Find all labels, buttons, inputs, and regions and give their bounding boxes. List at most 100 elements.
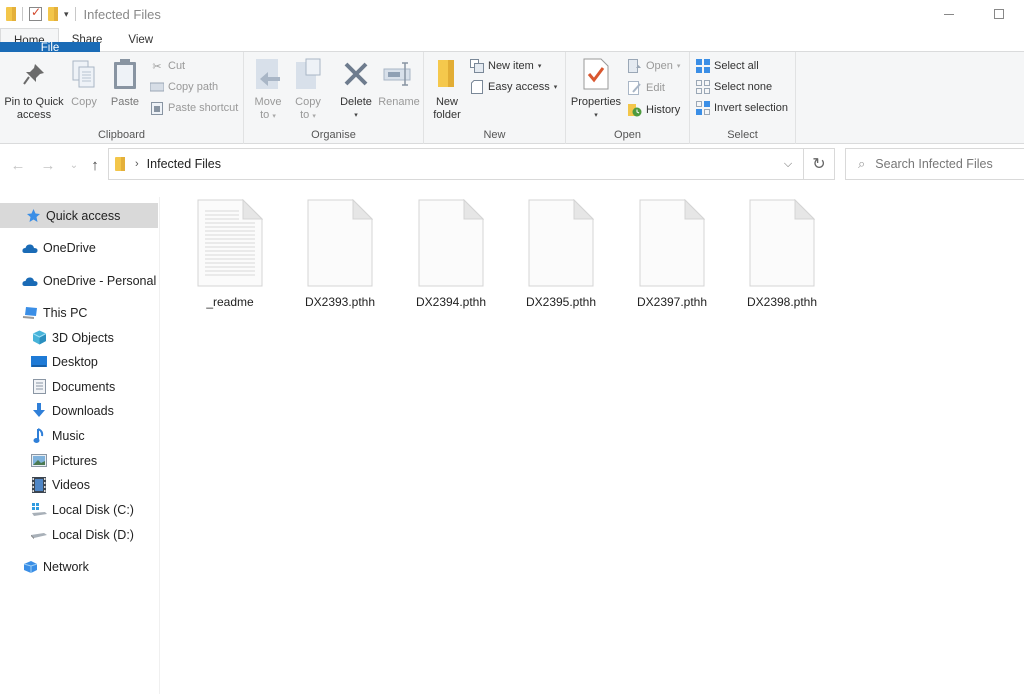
pin-label-2: access	[16, 109, 52, 121]
chevron-down-icon: ▾	[553, 84, 558, 91]
new-folder-button[interactable]: New folder	[430, 56, 464, 122]
open-group: Properties ▾ Open ▾ Edit History Open	[566, 52, 690, 144]
sidebar-item-3d-objects[interactable]: 3D Objects	[0, 325, 158, 350]
edit-label: Edit	[646, 82, 665, 94]
blank-file-icon	[639, 199, 705, 287]
breadcrumb-current[interactable]: Infected Files	[147, 157, 221, 171]
properties-icon[interactable]	[29, 5, 42, 21]
file-item[interactable]: DX2393.pthh	[290, 199, 390, 309]
sidebar-item-local-disk-d[interactable]: Local Disk (D:)	[0, 522, 158, 547]
maximize-button[interactable]	[974, 0, 1024, 28]
title-bar: ▾ Infected Files	[0, 0, 1024, 28]
paste-shortcut-button[interactable]: Paste shortcut	[150, 99, 238, 117]
window-controls	[924, 0, 1024, 28]
properties-icon	[579, 56, 613, 92]
music-icon	[31, 427, 47, 444]
sidebar-item-label: OneDrive	[43, 240, 96, 255]
text-file-icon	[197, 199, 263, 287]
blank-file-icon	[418, 199, 484, 287]
move-to-button[interactable]: Move to ▾	[250, 56, 286, 123]
copy-icon	[67, 56, 101, 92]
move-to-label: Move	[254, 96, 282, 108]
rename-button[interactable]: Rename	[378, 56, 420, 109]
up-button[interactable]: ↑	[85, 155, 105, 175]
clipboard-group-label: Clipboard	[97, 129, 146, 141]
copy-button[interactable]: Copy	[66, 56, 102, 109]
folder-icon	[115, 157, 125, 171]
file-item[interactable]: DX2395.pthh	[511, 199, 611, 309]
properties-button[interactable]: Properties ▾	[570, 56, 622, 122]
sidebar-item-downloads[interactable]: Downloads	[0, 398, 158, 423]
refresh-button[interactable]: ↻	[803, 148, 835, 180]
search-box[interactable]: ⌕	[845, 148, 1024, 180]
file-item[interactable]: DX2397.pthh	[622, 199, 722, 309]
address-dropdown-button[interactable]: ⌵	[773, 149, 803, 179]
sidebar-item-videos[interactable]: Videos	[0, 472, 158, 497]
new-item-icon	[470, 59, 484, 73]
copy-to-button[interactable]: Copy to ▾	[290, 56, 326, 123]
sidebar-item-label: Downloads	[52, 403, 114, 418]
pin-label: Pin to Quick	[4, 96, 64, 108]
sidebar-item-label: Music	[52, 428, 85, 443]
search-icon: ⌕	[858, 156, 866, 171]
file-item[interactable]: DX2398.pthh	[732, 199, 832, 309]
invert-selection-button[interactable]: Invert selection	[696, 99, 788, 117]
paste-button[interactable]: Paste	[106, 56, 144, 109]
new-folder-icon	[430, 56, 464, 92]
sidebar-item-music[interactable]: Music	[0, 423, 158, 448]
picture-icon	[31, 453, 47, 469]
open-button[interactable]: Open ▾	[628, 57, 680, 75]
sidebar-item-local-disk-c[interactable]: Local Disk (C:)	[0, 497, 158, 522]
minimize-button[interactable]	[924, 0, 974, 28]
new-item-button[interactable]: New item ▾	[470, 57, 541, 75]
sidebar-item-pictures[interactable]: Pictures	[0, 448, 158, 473]
sidebar-item-this-pc[interactable]: This PC	[0, 300, 158, 325]
divider	[74, 7, 76, 21]
rename-icon	[382, 56, 416, 92]
sidebar-item-desktop[interactable]: Desktop	[0, 349, 158, 374]
pin-to-quick-access-button[interactable]: Pin to Quick access	[4, 56, 64, 122]
divider	[22, 7, 23, 21]
chevron-right-icon[interactable]: ›	[135, 158, 139, 170]
new-folder-icon[interactable]	[48, 7, 58, 21]
paste-label: Paste	[110, 96, 140, 108]
delete-button[interactable]: Delete ▾	[336, 56, 376, 122]
arrow-up-icon: ↑	[91, 156, 99, 174]
history-icon	[628, 103, 642, 117]
select-all-button[interactable]: Select all	[696, 57, 759, 75]
file-item[interactable]: _readme	[180, 199, 280, 309]
clipboard-icon	[108, 56, 142, 92]
sidebar-item-quick-access[interactable]: Quick access	[0, 203, 158, 228]
address-bar[interactable]: › Infected Files ⌵	[108, 148, 804, 180]
customize-toolbar-icon[interactable]: ▾	[64, 9, 69, 20]
download-icon	[31, 403, 47, 419]
sidebar-item-documents[interactable]: Documents	[0, 374, 158, 399]
history-button[interactable]: History	[628, 101, 680, 119]
copy-path-button[interactable]: Copy path	[150, 78, 218, 96]
search-input[interactable]	[875, 157, 1016, 171]
copy-path-icon	[150, 80, 164, 94]
video-icon	[31, 476, 47, 493]
computer-icon	[22, 305, 38, 321]
chevron-down-icon: ⌵	[783, 157, 793, 170]
back-button[interactable]: ←	[8, 155, 28, 175]
delete-x-icon	[339, 56, 373, 92]
edit-button[interactable]: Edit	[628, 79, 665, 97]
copy-path-label: Copy path	[168, 81, 219, 93]
organise-group: Move to ▾ Copy to ▾ Delete ▾ Rename Orga…	[244, 52, 424, 144]
chevron-down-icon: ▾	[676, 63, 681, 70]
select-none-button[interactable]: Select none	[696, 78, 772, 96]
cut-button[interactable]: ✂ Cut	[150, 57, 185, 75]
forward-button[interactable]: →	[38, 155, 58, 175]
star-icon	[25, 208, 41, 224]
easy-access-button[interactable]: Easy access ▾	[470, 78, 557, 96]
ribbon: Pin to Quick access Copy Paste ✂ Cut Cop…	[0, 52, 1024, 144]
tab-view[interactable]: View	[115, 28, 166, 52]
recent-locations-button[interactable]: ⌄	[64, 155, 84, 175]
sidebar-item-onedrive-personal[interactable]: OneDrive - Personal	[0, 268, 158, 293]
organise-group-label: Organise	[311, 129, 356, 141]
sidebar-item-network[interactable]: Network	[0, 554, 158, 579]
drive-c-icon	[31, 502, 47, 518]
file-item[interactable]: DX2394.pthh	[401, 199, 501, 309]
sidebar-item-onedrive[interactable]: OneDrive	[0, 235, 158, 260]
